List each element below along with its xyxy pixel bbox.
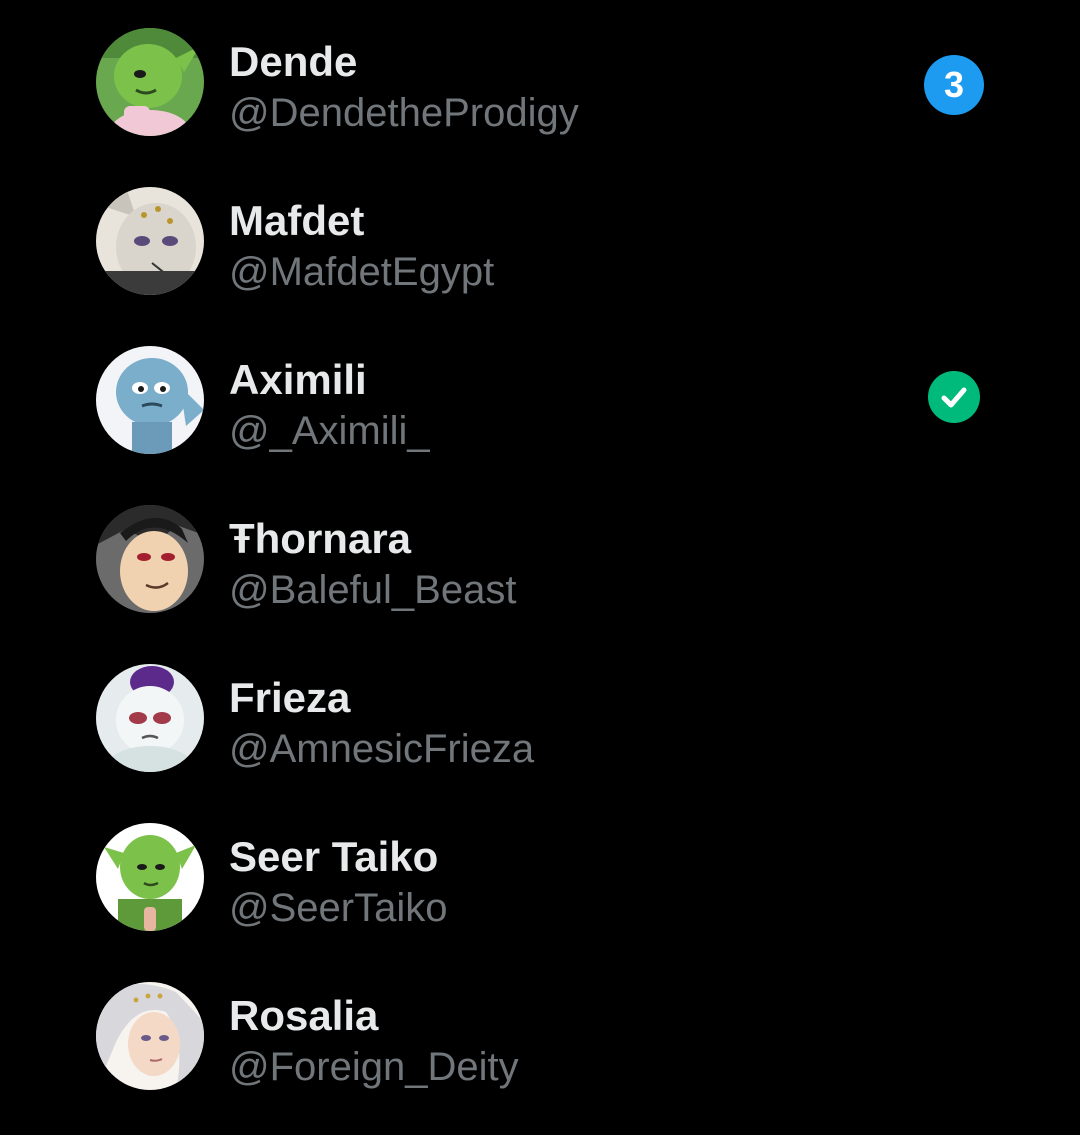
account-row-rosalia[interactable]: Rosalia @Foreign_Deity <box>0 954 1080 1113</box>
account-name: Dende <box>229 38 358 85</box>
avatar <box>96 823 204 931</box>
avatar <box>96 28 204 136</box>
account-name: Ŧhornara <box>229 515 412 562</box>
account-handle: @Baleful_Beast <box>229 568 517 612</box>
avatar <box>96 187 204 295</box>
account-row-seer-taiko[interactable]: Seer Taiko @SeerTaiko <box>0 795 1080 954</box>
account-name: Mafdet <box>229 197 365 244</box>
account-handle: @AmnesicFrieza <box>229 727 535 771</box>
blue-character-avatar-icon <box>96 346 204 454</box>
account-row-mafdet[interactable]: Mafdet @MafdetEgypt <box>0 159 1080 318</box>
account-handle: @MafdetEgypt <box>229 250 495 294</box>
account-name: Seer Taiko <box>229 833 439 880</box>
account-handle: @Foreign_Deity <box>229 1045 519 1089</box>
unread-count-badge: 3 <box>924 55 984 115</box>
white-purple-character-avatar-icon <box>96 664 204 772</box>
account-row-thornara[interactable]: Ŧhornara @Baleful_Beast <box>0 477 1080 636</box>
account-handle: @DendetheProdigy <box>229 91 579 135</box>
account-row-frieza[interactable]: Frieza @AmnesicFrieza <box>0 636 1080 795</box>
cat-character-avatar-icon <box>96 187 204 295</box>
white-haired-character-avatar-icon <box>96 982 204 1090</box>
avatar <box>96 982 204 1090</box>
account-handle: @SeerTaiko <box>229 886 448 930</box>
dark-haired-character-avatar-icon <box>96 505 204 613</box>
account-list: Dende @DendetheProdigy 3 Mafdet @MafdetE… <box>0 0 1080 1135</box>
selected-check-icon <box>928 371 980 423</box>
account-name: Rosalia <box>229 992 379 1039</box>
account-handle: @_Aximili_ <box>229 409 430 453</box>
green-character-avatar-icon <box>96 28 204 136</box>
avatar <box>96 505 204 613</box>
green-character-avatar-icon <box>96 823 204 931</box>
account-name: Frieza <box>229 674 351 721</box>
account-row-aximili[interactable]: Aximili @_Aximili_ <box>0 318 1080 477</box>
avatar <box>96 664 204 772</box>
account-row-dende[interactable]: Dende @DendetheProdigy 3 <box>0 0 1080 159</box>
avatar <box>96 346 204 454</box>
account-name: Aximili <box>229 356 367 403</box>
